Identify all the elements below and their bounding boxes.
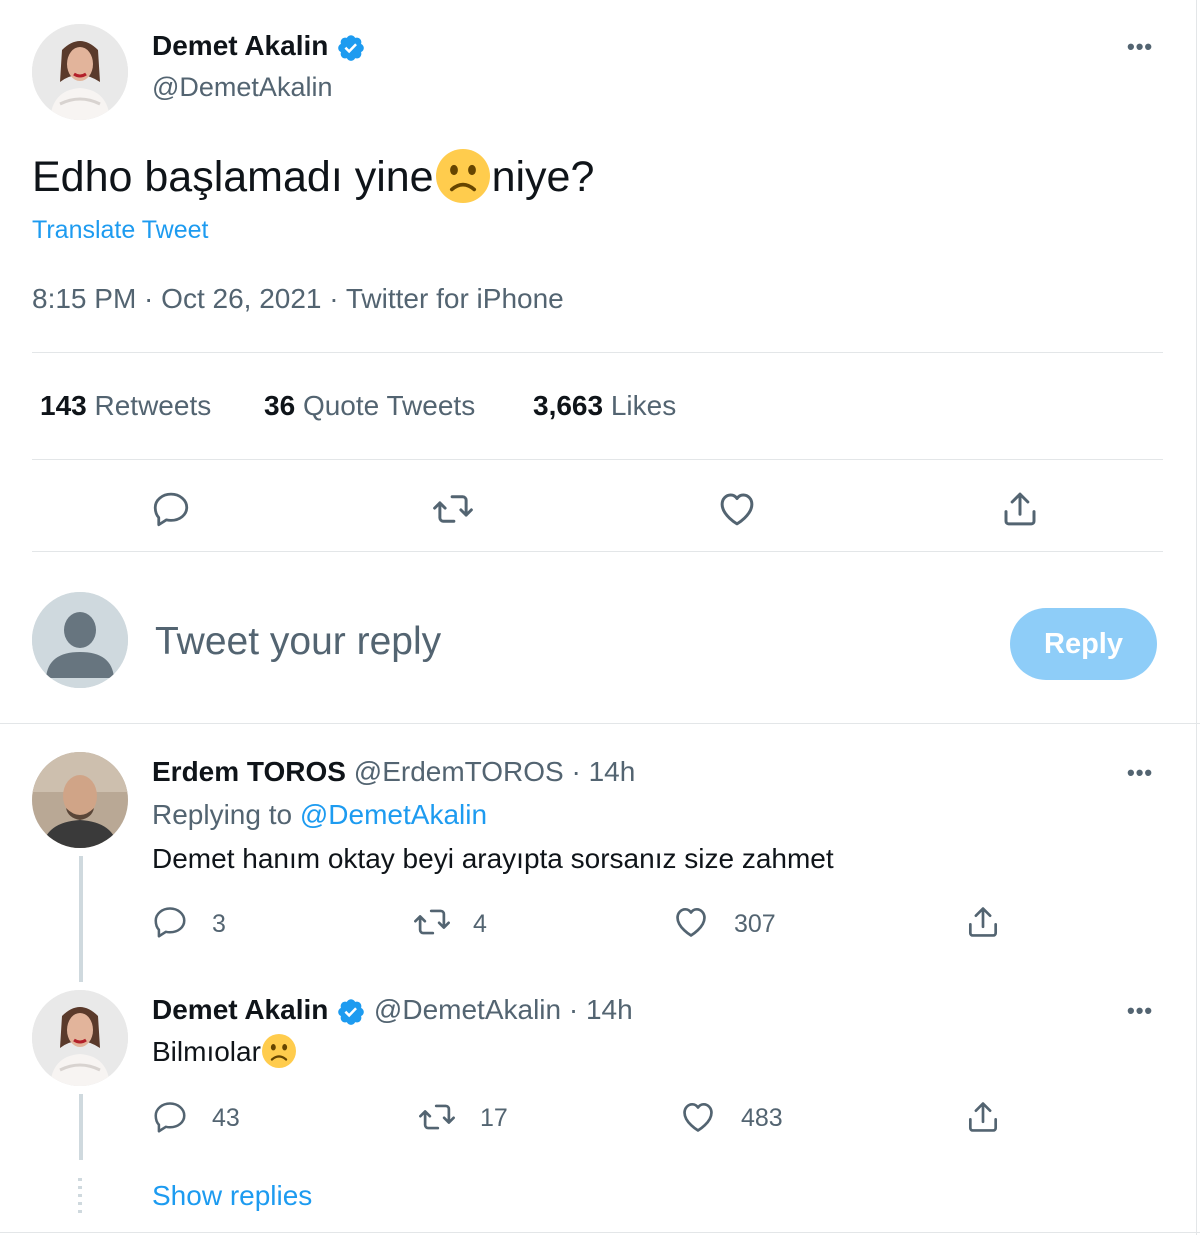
author-name[interactable]: Demet Akalin — [152, 30, 328, 61]
author-line: Demet Akalin — [152, 30, 366, 63]
quote-tweets-stat[interactable]: 36 Quote Tweets — [264, 390, 475, 422]
reply-icon[interactable] — [151, 1098, 189, 1136]
reply-icon[interactable] — [150, 488, 192, 530]
reply-input[interactable]: Tweet your reply — [155, 620, 441, 664]
replying-to-handle[interactable]: @DemetAkalin — [300, 799, 487, 830]
author-handle[interactable]: @ErdemTOROS — [354, 756, 564, 787]
tweet-text: Edho başlamadı yine niye? — [32, 153, 594, 203]
avatar[interactable] — [32, 24, 128, 120]
share-icon[interactable] — [964, 903, 1002, 941]
share-icon[interactable] — [964, 1098, 1002, 1136]
share-icon[interactable] — [999, 488, 1041, 530]
thread-dots — [78, 1178, 82, 1214]
replying-to-label: Replying to — [152, 799, 293, 830]
retweets-stat[interactable]: 143 Retweets — [40, 390, 211, 422]
retweet-count: 17 — [480, 1104, 508, 1132]
reply-header: Demet Akalin @DemetAkalin · 14h — [152, 994, 633, 1027]
avatar-photo — [32, 752, 128, 848]
likes-label: Likes — [610, 390, 677, 421]
author-name[interactable]: Demet Akalin — [152, 994, 328, 1025]
more-icon[interactable]: ••• — [1127, 760, 1153, 786]
frown-emoji — [436, 149, 490, 203]
avatar[interactable] — [32, 990, 128, 1086]
reply-text: Bilmıolar — [152, 1036, 296, 1068]
frown-emoji — [262, 1034, 296, 1068]
avatar[interactable] — [32, 752, 128, 848]
likes-stat[interactable]: 3,663 Likes — [533, 390, 676, 422]
more-icon[interactable]: ••• — [1127, 34, 1153, 60]
reply-time[interactable]: · 14h — [572, 756, 636, 787]
tweet-text-before: Edho başlamadı yine — [32, 153, 434, 201]
like-count: 483 — [741, 1104, 783, 1132]
reply-header: Erdem TOROS @ErdemTOROS · 14h — [152, 756, 635, 788]
author-handle[interactable]: @DemetAkalin — [152, 72, 332, 103]
quotes-label: Quote Tweets — [302, 390, 476, 421]
retweet-icon[interactable] — [413, 903, 451, 941]
default-avatar — [32, 592, 128, 688]
likes-count: 3,663 — [533, 390, 604, 421]
divider — [32, 352, 1163, 353]
like-icon[interactable] — [672, 903, 710, 941]
retweet-icon[interactable] — [432, 488, 474, 530]
translate-tweet-link[interactable]: Translate Tweet — [32, 216, 208, 245]
thread-line — [79, 1094, 83, 1160]
column-border — [1196, 0, 1197, 1235]
replying-to: Replying to @DemetAkalin — [152, 799, 487, 831]
reply-text-content: Bilmıolar — [152, 1036, 261, 1067]
reply-time[interactable]: · 14h — [569, 994, 633, 1025]
show-replies-link[interactable]: Show replies — [152, 1180, 312, 1212]
reply-count: 3 — [212, 910, 226, 938]
divider — [32, 551, 1163, 552]
quotes-count: 36 — [264, 390, 296, 421]
divider — [0, 723, 1200, 724]
verified-badge-icon — [336, 33, 366, 63]
author-name[interactable]: Erdem TOROS — [152, 756, 346, 787]
like-icon[interactable] — [716, 488, 758, 530]
retweets-count: 143 — [40, 390, 87, 421]
reply-count: 43 — [212, 1104, 240, 1132]
retweet-count: 4 — [473, 910, 487, 938]
divider — [32, 459, 1163, 460]
more-icon[interactable]: ••• — [1127, 998, 1153, 1024]
like-icon[interactable] — [679, 1098, 717, 1136]
divider — [0, 1232, 1200, 1233]
verified-badge-icon — [336, 997, 366, 1027]
avatar-photo — [32, 990, 128, 1086]
retweets-label: Retweets — [94, 390, 212, 421]
user-silhouette-icon — [32, 592, 128, 688]
tweet-text-after: niye? — [491, 153, 595, 201]
reply-button[interactable]: Reply — [1010, 608, 1157, 680]
author-handle[interactable]: @DemetAkalin — [374, 994, 561, 1025]
reply-icon[interactable] — [151, 903, 189, 941]
thread-line — [79, 856, 83, 982]
tweet-meta: 8:15 PM · Oct 26, 2021 · Twitter for iPh… — [32, 283, 564, 314]
retweet-icon[interactable] — [418, 1098, 456, 1136]
like-count: 307 — [734, 910, 776, 938]
avatar-photo — [32, 24, 128, 120]
reply-text: Demet hanım oktay beyi arayıpta sorsanız… — [152, 843, 834, 874]
